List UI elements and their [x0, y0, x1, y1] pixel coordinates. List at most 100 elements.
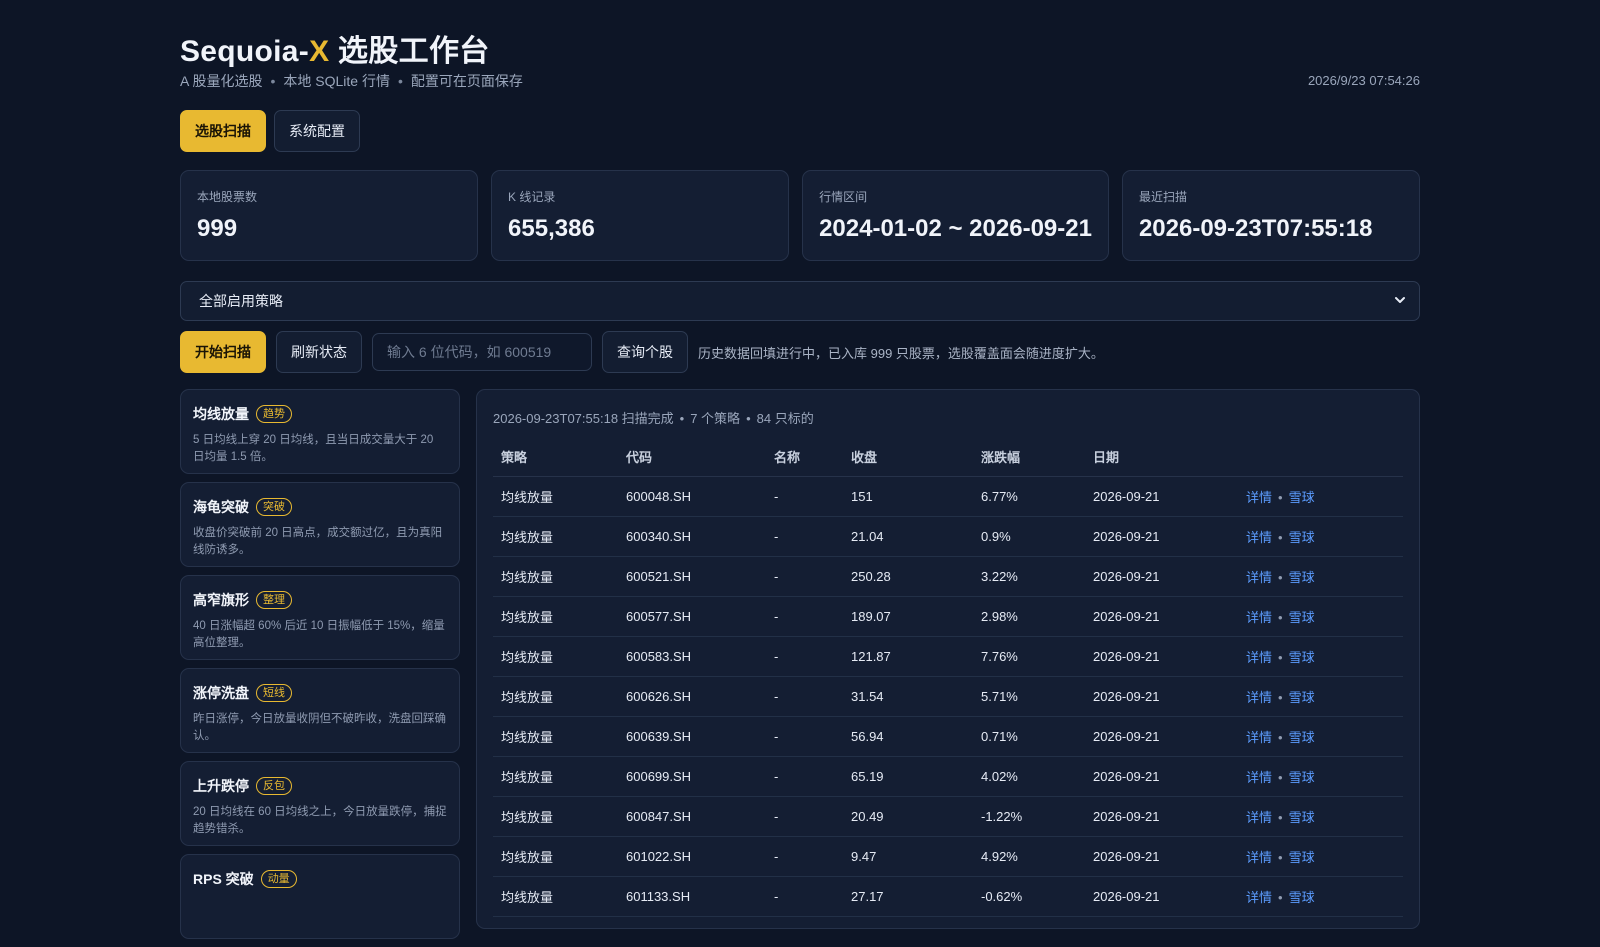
table-row: 均线放量 600340.SH -21.04 0.9% 2026-09-21 详情 • 雪球 [493, 516, 1403, 557]
stat-card-date-range: 行情区间 2024-01-02 ~ 2026-09-21 [802, 170, 1109, 261]
stat-card-stock-count: 本地股票数 999 [180, 170, 479, 261]
xueqiu-link[interactable]: 雪球 [1289, 610, 1315, 625]
stat-value: 999 [197, 215, 238, 242]
cell-date: 2026-09-21 [1085, 636, 1238, 677]
xueqiu-link[interactable]: 雪球 [1289, 810, 1315, 825]
cell-change: 0.71% [973, 716, 1085, 757]
detail-link[interactable]: 详情 [1246, 690, 1272, 705]
cell-strategy: 均线放量 [493, 476, 618, 517]
cell-date: 2026-09-21 [1085, 796, 1238, 837]
table-row: 均线放量 600626.SH -31.54 5.71% 2026-09-21 详情 • 雪球 [493, 676, 1403, 717]
cell-close: 121.87 [843, 636, 973, 677]
cell-links: 详情 • 雪球 [1238, 676, 1403, 717]
cell-name: - [766, 636, 843, 677]
separator-dot: • [1278, 729, 1283, 745]
xueqiu-link[interactable]: 雪球 [1289, 650, 1315, 665]
tab-scan[interactable]: 选股扫描 [180, 110, 266, 152]
cell-change: 4.02% [973, 756, 1085, 797]
cell-links: 详情 • 雪球 [1238, 476, 1403, 517]
tab-settings[interactable]: 系统配置 [274, 110, 360, 152]
xueqiu-link[interactable]: 雪球 [1289, 530, 1315, 545]
table-row: 均线放量 600699.SH -65.19 4.02% 2026-09-21 详情 • 雪球 [493, 756, 1403, 797]
detail-link[interactable]: 详情 [1246, 850, 1272, 865]
table-row: 均线放量 601022.SH -9.47 4.92% 2026-09-21 详情 • 雪球 [493, 836, 1403, 877]
strategy-desc: 昨日涨停，今日放量收阴但不破昨收，洗盘回踩确认。 [193, 713, 446, 742]
cell-strategy: 均线放量 [493, 596, 618, 637]
cell-strategy: 均线放量 [493, 716, 618, 757]
cell-name: - [766, 516, 843, 557]
strategy-name: 上升跌停 [193, 778, 249, 794]
separator-dot: • [1278, 849, 1283, 865]
stock-code-input[interactable] [372, 333, 592, 371]
strategy-card[interactable]: 上升跌停 反包 20 日均线在 60 日均线之上，今日放量跌停，捕捉趋势错杀。 [180, 761, 460, 846]
cell-date: 2026-09-21 [1085, 516, 1238, 557]
xueqiu-link[interactable]: 雪球 [1289, 770, 1315, 785]
separator-dot: • [397, 73, 403, 89]
title-suffix: 选股工作台 [329, 35, 490, 68]
refresh-status-button[interactable]: 刷新状态 [276, 331, 362, 373]
action-bar: 开始扫描 刷新状态 查询个股 历史数据回填进行中，已入库 999 只股票，选股覆… [180, 331, 1104, 373]
detail-link[interactable]: 详情 [1246, 730, 1272, 745]
stats-row: 本地股票数 999 K 线记录 655,386 行情区间 2024-01-02 … [180, 170, 1420, 261]
page-subtitle: A 股量化选股 • 本地 SQLite 行情 • 配置可在页面保存 [180, 71, 523, 91]
strategy-card[interactable]: 涨停洗盘 短线 昨日涨停，今日放量收阴但不破昨收，洗盘回踩确认。 [180, 668, 460, 753]
xueqiu-link[interactable]: 雪球 [1289, 890, 1315, 905]
summary-part: 2026-09-23T07:55:18 扫描完成 [493, 411, 674, 426]
detail-link[interactable]: 详情 [1246, 610, 1272, 625]
cell-code: 600699.SH [618, 756, 766, 797]
cell-close: 65.19 [843, 756, 973, 797]
xueqiu-link[interactable]: 雪球 [1289, 690, 1315, 705]
xueqiu-link[interactable]: 雪球 [1289, 730, 1315, 745]
cell-close: 20.49 [843, 796, 973, 837]
table-header-row: 策略 代码 名称 收盘 涨跌幅 日期 [493, 438, 1403, 477]
strategy-select[interactable]: 全部启用策略 [180, 281, 1420, 321]
stat-label: 最近扫描 [1138, 190, 1187, 204]
detail-link[interactable]: 详情 [1246, 530, 1272, 545]
detail-link[interactable]: 详情 [1246, 490, 1272, 505]
subtitle-part: A 股量化选股 [180, 73, 263, 89]
detail-link[interactable]: 详情 [1246, 570, 1272, 585]
strategy-tag: 反包 [256, 777, 292, 795]
cell-links: 详情 • 雪球 [1238, 796, 1403, 837]
cell-links: 详情 • 雪球 [1238, 716, 1403, 757]
strategy-desc: 收盘价突破前 20 日高点，成交额过亿，且为真阳线防诱多。 [193, 527, 443, 556]
detail-link[interactable]: 详情 [1246, 770, 1272, 785]
detail-link[interactable]: 详情 [1246, 810, 1272, 825]
strategy-list: 均线放量 趋势 5 日均线上穿 20 日均线，且当日成交量大于 20 日均量 1.… [180, 389, 460, 947]
cell-links: 详情 • 雪球 [1238, 636, 1403, 677]
stat-value: 2026-09-23T07:55:18 [1138, 215, 1373, 242]
cell-links: 详情 • 雪球 [1238, 756, 1403, 797]
cell-date: 2026-09-21 [1085, 756, 1238, 797]
cell-change: 2.98% [973, 596, 1085, 637]
title-accent: X [309, 35, 330, 68]
xueqiu-link[interactable]: 雪球 [1289, 490, 1315, 505]
table-row: 均线放量 600521.SH -250.28 3.22% 2026-09-21 详情 • 雪球 [493, 556, 1403, 597]
cell-code: 600626.SH [618, 676, 766, 717]
strategy-card[interactable]: 高窄旗形 整理 40 日涨幅超 60% 后近 10 日振幅低于 15%，缩量高位整… [180, 575, 460, 660]
start-scan-button[interactable]: 开始扫描 [180, 331, 266, 373]
backfill-hint: 历史数据回填进行中，已入库 999 只股票，选股覆盖面会随进度扩大。 [698, 345, 1104, 361]
cell-code: 600639.SH [618, 716, 766, 757]
strategy-card[interactable]: RPS 突破 动量 [180, 854, 460, 939]
strategy-card[interactable]: 均线放量 趋势 5 日均线上穿 20 日均线，且当日成交量大于 20 日均量 1.… [180, 389, 460, 474]
strategy-name: RPS 突破 [193, 871, 254, 887]
detail-link[interactable]: 详情 [1246, 650, 1272, 665]
cell-name: - [766, 796, 843, 837]
cell-code: 600577.SH [618, 596, 766, 637]
cell-date: 2026-09-21 [1085, 556, 1238, 597]
stat-card-kline-records: K 线记录 655,386 [491, 170, 790, 261]
xueqiu-link[interactable]: 雪球 [1289, 850, 1315, 865]
separator-dot: • [1278, 889, 1283, 905]
stat-value: 655,386 [508, 215, 595, 242]
detail-link[interactable]: 详情 [1246, 890, 1272, 905]
strategy-name: 涨停洗盘 [193, 685, 249, 701]
xueqiu-link[interactable]: 雪球 [1289, 570, 1315, 585]
strategy-tag: 突破 [256, 498, 292, 516]
strategy-card[interactable]: 海龟突破 突破 收盘价突破前 20 日高点，成交额过亿，且为真阳线防诱多。 [180, 482, 460, 567]
cell-close: 189.07 [843, 596, 973, 637]
col-change: 涨跌幅 [973, 438, 1085, 477]
cell-date: 2026-09-21 [1085, 476, 1238, 517]
cell-strategy: 均线放量 [493, 756, 618, 797]
query-stock-button[interactable]: 查询个股 [602, 331, 688, 373]
separator-dot: • [1278, 649, 1283, 665]
